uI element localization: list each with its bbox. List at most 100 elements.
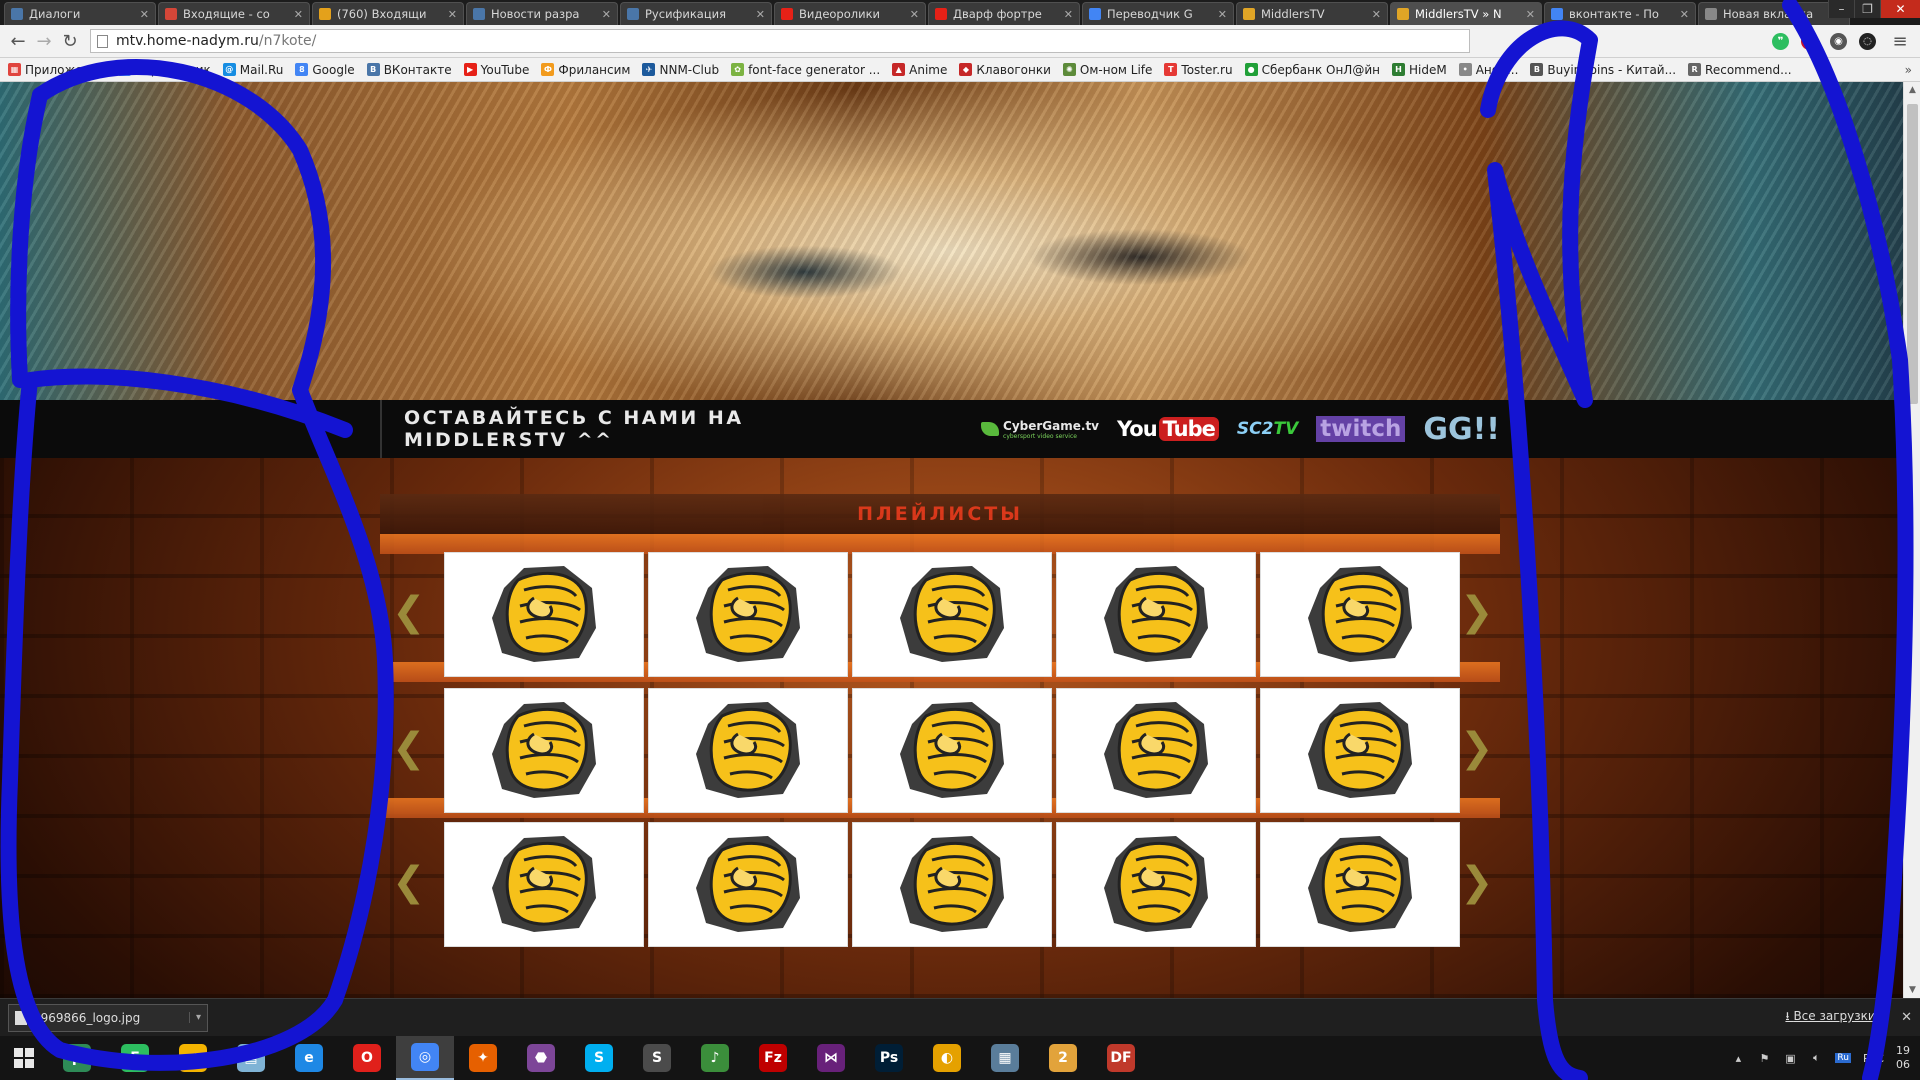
bookmark-item[interactable]: @ Mail.Ru — [222, 63, 283, 77]
taskbar-app[interactable]: O — [338, 1036, 396, 1080]
carousel-prev-arrow-icon[interactable]: ❮ — [392, 726, 426, 770]
taskbar-app[interactable]: ✓ — [164, 1036, 222, 1080]
taskbar-app[interactable]: ◐ — [918, 1036, 976, 1080]
playlist-thumbnail[interactable] — [852, 688, 1052, 813]
taskbar-app[interactable]: 2 — [1034, 1036, 1092, 1080]
taskbar-app[interactable]: Ps — [860, 1036, 918, 1080]
evernote-icon[interactable]: ❞ — [1772, 32, 1789, 50]
download-item[interactable]: 4969866_logo.jpg ▾ — [8, 1003, 208, 1032]
taskbar-app[interactable]: S — [628, 1036, 686, 1080]
bookmark-item[interactable]: ✺ Ом-ном Life — [1062, 63, 1152, 77]
bookmark-item[interactable]: G Переводчик — [117, 63, 211, 77]
playlist-thumbnail[interactable] — [444, 822, 644, 947]
bookmarks-more-button[interactable]: » — [1905, 63, 1920, 77]
address-bar[interactable]: mtv.home-nadym.ru/n7kote/ — [90, 29, 1470, 53]
playlist-thumbnail[interactable] — [1056, 688, 1256, 813]
browser-tab[interactable]: MiddlersTV ✕ — [1236, 2, 1388, 25]
bookmark-item[interactable]: 8 Google — [295, 63, 355, 77]
browser-tab[interactable]: (760) Входящи ✕ — [312, 2, 464, 25]
bookmark-item[interactable]: B ВКонтакте — [366, 63, 452, 77]
bookmark-item[interactable]: Ф Фрилансим — [541, 63, 630, 77]
playlist-thumbnail[interactable] — [648, 822, 848, 947]
goodgame-logo[interactable]: GG!! — [1423, 412, 1500, 447]
browser-tab[interactable]: MiddlersTV » N ✕ — [1390, 2, 1542, 25]
adblock-icon[interactable]: ! — [1801, 32, 1818, 50]
playlist-thumbnail[interactable] — [852, 552, 1052, 677]
taskbar-app[interactable]: e — [280, 1036, 338, 1080]
network-icon[interactable]: ▣ — [1783, 1051, 1797, 1065]
taskbar-app[interactable]: ⋈ — [802, 1036, 860, 1080]
tab-close-icon[interactable]: ✕ — [602, 8, 611, 21]
volume-icon[interactable]: 🔈︎ — [1809, 1051, 1823, 1065]
playlist-thumbnail[interactable] — [1260, 688, 1460, 813]
hidden-icon[interactable]: ◌ — [1859, 32, 1876, 50]
browser-tab[interactable]: вконтакте - По ✕ — [1544, 2, 1696, 25]
tab-close-icon[interactable]: ✕ — [1218, 8, 1227, 21]
language-indicator[interactable]: РУС — [1863, 1052, 1884, 1065]
close-window-button[interactable]: ✕ — [1880, 0, 1920, 18]
tab-close-icon[interactable]: ✕ — [1372, 8, 1381, 21]
clock[interactable]: 19 06 — [1896, 1044, 1910, 1072]
screenshot-icon[interactable]: ◉ — [1830, 32, 1847, 50]
taskbar-app[interactable]: ✦ — [454, 1036, 512, 1080]
maximize-button[interactable]: ❐ — [1854, 0, 1880, 18]
taskbar-app[interactable]: E — [106, 1036, 164, 1080]
reload-button[interactable]: ↻ — [58, 29, 82, 53]
scroll-up-arrow-icon[interactable]: ▲ — [1904, 82, 1920, 98]
bookmark-item[interactable]: ◆ Клавогонки — [959, 63, 1051, 77]
browser-tab[interactable]: Видеоролики ✕ — [774, 2, 926, 25]
tab-close-icon[interactable]: ✕ — [294, 8, 303, 21]
playlist-thumbnail[interactable] — [648, 552, 848, 677]
bookmark-item[interactable]: ▲ Anime — [892, 63, 947, 77]
scroll-down-arrow-icon[interactable]: ▼ — [1904, 982, 1920, 998]
playlist-thumbnail[interactable] — [648, 688, 848, 813]
bookmark-item[interactable]: ✈ NNM-Club — [642, 63, 719, 77]
taskbar-app[interactable]: µ — [48, 1036, 106, 1080]
menu-icon[interactable]: ≡ — [1888, 29, 1912, 53]
bookmark-item[interactable]: ✿ font-face generator ... — [731, 63, 880, 77]
playlist-thumbnail[interactable] — [1260, 552, 1460, 677]
taskbar-app[interactable]: ◎ — [396, 1036, 454, 1080]
sc2tv-logo[interactable]: SC2 TV — [1237, 419, 1298, 439]
browser-tab[interactable]: Переводчик G ✕ — [1082, 2, 1234, 25]
close-downloads-button[interactable]: ✕ — [1901, 1010, 1912, 1025]
page-scrollbar[interactable]: ▲ ▼ — [1903, 82, 1920, 998]
playlist-thumbnail[interactable] — [1260, 822, 1460, 947]
tab-close-icon[interactable]: ✕ — [910, 8, 919, 21]
youtube-logo[interactable]: You Tube — [1117, 417, 1219, 441]
download-menu-chevron-icon[interactable]: ▾ — [188, 1012, 201, 1023]
browser-tab[interactable]: Диалоги ✕ — [4, 2, 156, 25]
browser-tab[interactable]: Русификация ✕ — [620, 2, 772, 25]
bookmark-item[interactable]: T Toster.ru — [1164, 63, 1233, 77]
browser-tab[interactable]: Дварф фортре ✕ — [928, 2, 1080, 25]
browser-tab[interactable]: Входящие - со ✕ — [158, 2, 310, 25]
scroll-thumb[interactable] — [1907, 104, 1918, 404]
tab-close-icon[interactable]: ✕ — [448, 8, 457, 21]
taskbar-app[interactable]: ♪ — [686, 1036, 744, 1080]
action-center-flag-icon[interactable]: ⚑ — [1757, 1051, 1771, 1065]
back-button[interactable]: ← — [6, 29, 30, 53]
taskbar-app[interactable]: ⬣ — [512, 1036, 570, 1080]
tray-chevron-icon[interactable]: ▴ — [1731, 1051, 1745, 1065]
start-button[interactable] — [0, 1036, 48, 1080]
bookmark-item[interactable]: ▦ Приложения — [8, 63, 106, 77]
keyboard-layout-icon[interactable]: Ru — [1835, 1053, 1851, 1063]
cybergame-logo[interactable]: CyberGame.tv cybersport video service — [981, 419, 1099, 440]
taskbar-app[interactable]: Fz — [744, 1036, 802, 1080]
playlist-thumbnail[interactable] — [1056, 822, 1256, 947]
tab-close-icon[interactable]: ✕ — [1680, 8, 1689, 21]
minimize-button[interactable]: – — [1828, 0, 1854, 18]
carousel-prev-arrow-icon[interactable]: ❮ — [392, 590, 426, 634]
taskbar-app[interactable]: S — [570, 1036, 628, 1080]
carousel-next-arrow-icon[interactable]: ❯ — [1460, 860, 1494, 904]
playlist-thumbnail[interactable] — [444, 688, 644, 813]
carousel-next-arrow-icon[interactable]: ❯ — [1460, 590, 1494, 634]
bookmark-item[interactable]: ● Сбербанк ОнЛ@йн — [1244, 63, 1380, 77]
carousel-prev-arrow-icon[interactable]: ❮ — [392, 860, 426, 904]
playlist-thumbnail[interactable] — [1056, 552, 1256, 677]
taskbar-app[interactable]: ▦ — [976, 1036, 1034, 1080]
tab-close-icon[interactable]: ✕ — [140, 8, 149, 21]
tab-close-icon[interactable]: ✕ — [756, 8, 765, 21]
bookmark-item[interactable]: R Recommend... — [1688, 63, 1792, 77]
carousel-next-arrow-icon[interactable]: ❯ — [1460, 726, 1494, 770]
